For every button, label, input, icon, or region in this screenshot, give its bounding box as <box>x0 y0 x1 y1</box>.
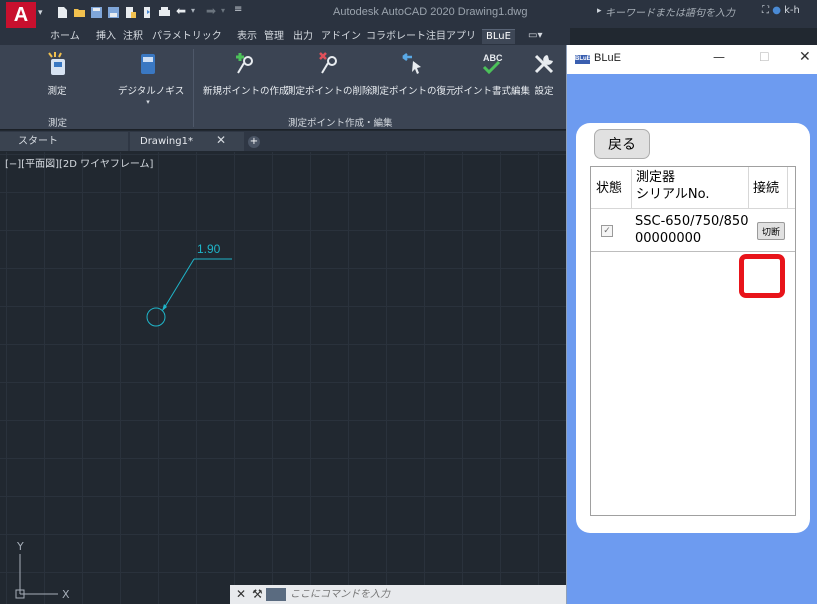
ucs-x-label: X <box>62 588 70 601</box>
svg-text:ABC: ABC <box>483 53 503 63</box>
command-input[interactable] <box>290 586 560 603</box>
device-model: SSC-650/750/850 <box>635 214 749 229</box>
new-tab-icon[interactable]: + <box>248 136 260 148</box>
blue-app-icon: BLuE <box>575 55 591 64</box>
binoculars-icon[interactable]: ⛶ <box>762 5 769 16</box>
minimize-icon[interactable]: — <box>713 50 725 64</box>
tab-insert[interactable]: 挿入 <box>96 30 116 43</box>
share-icon[interactable] <box>141 6 154 19</box>
device-table: 状態 測定器 シリアルNo. 接続 ✓ SSC-650/750/850 0000… <box>590 166 796 516</box>
add-point-icon <box>236 53 253 74</box>
undo-icon[interactable]: ⬅ <box>176 4 186 18</box>
dimension-drawing: Y X <box>15 258 232 601</box>
close-tab-icon[interactable]: ✕ <box>216 131 226 150</box>
column-header-connection: 接続 <box>753 181 780 196</box>
window-title: Autodesk AutoCAD 2020 Drawing1.dwg <box>333 6 528 18</box>
column-divider <box>748 167 749 209</box>
restore-point-button[interactable]: 測定ポイントの復元 <box>370 51 456 97</box>
command-history-icon[interactable] <box>266 588 286 601</box>
search-input[interactable]: キーワードまたは語句を入力 <box>605 5 743 22</box>
user-name: k-h <box>784 5 800 16</box>
ribbon-panel: 測定 測定 デジタルノギス ▾ 新規ポイントの作成 測定ポイントの削除 測定ポイ… <box>0 45 570 130</box>
user-account[interactable]: ⛶ ● k-h <box>762 5 800 16</box>
digital-caliper-button[interactable]: デジタルノギス ▾ <box>118 51 184 106</box>
blue-title-bar: BLuE BLuE — ☐ ✕ <box>567 45 817 74</box>
new-file-icon[interactable] <box>56 6 69 19</box>
tab-drawing1[interactable]: Drawing1* <box>130 132 244 151</box>
point-format-button[interactable]: ABC ポイント書式編集 <box>454 51 530 97</box>
redo-icon[interactable]: ➡ <box>206 4 216 18</box>
blue-window-title: BLuE <box>594 52 621 64</box>
leader-line <box>162 258 195 311</box>
measure-button[interactable]: 測定 <box>40 51 74 97</box>
undo-dropdown-icon[interactable]: ▾ <box>191 6 195 15</box>
back-button[interactable]: 戻る <box>594 129 650 159</box>
tab-blue[interactable]: BLuE <box>482 29 515 44</box>
web-mobile-icon[interactable] <box>124 6 137 19</box>
ucs-y-label: Y <box>16 540 24 553</box>
device-serial: SSC-650/750/850 00000000 <box>635 213 748 247</box>
command-line: ✕ ⚒ <box>230 585 570 604</box>
status-checkbox[interactable]: ✓ <box>601 225 613 237</box>
app-menu-button[interactable]: A <box>6 2 36 28</box>
digital-caliper-icon <box>141 54 155 74</box>
tab-manage[interactable]: 管理 <box>264 30 284 43</box>
ribbon-separator <box>193 49 194 127</box>
save-icon[interactable] <box>90 6 103 19</box>
settings-button[interactable]: 設定 <box>530 51 558 97</box>
tab-view[interactable]: 表示 <box>237 30 257 43</box>
device-serial-number: 00000000 <box>635 231 702 246</box>
caliper-dropdown-icon[interactable]: ▾ <box>118 98 178 106</box>
tab-featured-apps[interactable]: 注目アプリ <box>426 30 476 43</box>
dimension-value[interactable]: 1.90 <box>197 242 220 256</box>
tab-output[interactable]: 出力 <box>293 30 313 43</box>
ribbon-options-icon[interactable]: ▭▾ <box>528 30 542 41</box>
maximize-icon[interactable]: ☐ <box>759 50 770 64</box>
device-panel: 戻る 状態 測定器 シリアルNo. 接続 ✓ SSC-650/750/850 0… <box>576 123 810 533</box>
command-close-icon[interactable]: ✕ <box>236 587 246 601</box>
measure-icon <box>48 52 65 75</box>
redo-dropdown-icon[interactable]: ▾ <box>221 6 225 15</box>
panel-label-point-edit: 測定ポイント作成・編集 <box>288 118 393 129</box>
panel-label-measure: 測定 <box>48 118 68 129</box>
customize-toolbar-icon[interactable]: ≡ <box>234 4 242 15</box>
column-header-serial: 測定器 シリアルNo. <box>631 169 709 209</box>
tools-icon <box>534 54 554 74</box>
open-folder-icon[interactable] <box>73 6 86 19</box>
tab-start[interactable]: スタート <box>0 132 128 151</box>
disconnect-button[interactable]: 切断 <box>757 222 785 240</box>
spellcheck-icon: ABC <box>482 53 503 75</box>
new-point-button[interactable]: 新規ポイントの作成 <box>203 51 289 97</box>
search-expand-icon[interactable]: ▸ <box>597 6 602 16</box>
title-bar: A ▾ ⬅ ▾ ➡ ▾ ≡ Autodesk AutoCAD 2020 Draw… <box>0 0 817 28</box>
delete-point-icon <box>319 52 337 74</box>
tab-parametric[interactable]: パラメトリック <box>152 30 222 43</box>
delete-point-button[interactable]: 測定ポイントの削除 <box>286 51 372 97</box>
blue-window: BLuE BLuE — ☐ ✕ 戻る 状態 測定器 シリアルNo. 接続 ✓ S… <box>566 45 817 604</box>
command-customize-icon[interactable]: ⚒ <box>252 587 263 601</box>
tab-addins[interactable]: アドイン <box>321 30 361 43</box>
column-header-status: 状態 <box>596 181 623 196</box>
document-tab-bar: スタート Drawing1* ✕ + <box>0 131 570 151</box>
restore-point-icon <box>402 53 421 74</box>
column-divider <box>787 167 788 209</box>
highlight-annotation <box>739 254 785 298</box>
user-icon[interactable]: ● <box>772 5 781 16</box>
table-header: 状態 測定器 シリアルNo. 接続 <box>591 167 795 209</box>
save-as-icon[interactable] <box>107 6 120 19</box>
serial-header-line1: 測定器 <box>636 170 676 185</box>
app-menu-arrow-icon[interactable]: ▾ <box>38 8 43 18</box>
tab-annotate[interactable]: 注釈 <box>123 30 143 43</box>
close-window-icon[interactable]: ✕ <box>799 49 811 65</box>
tab-collaborate[interactable]: コラボレート <box>366 30 426 43</box>
table-row[interactable]: ✓ SSC-650/750/850 00000000 切断 <box>591 210 795 252</box>
app-logo-letter: A <box>13 4 29 26</box>
plot-icon[interactable] <box>158 6 171 19</box>
ribbon-tab-bar: ホーム 挿入 注釈 パラメトリック 表示 管理 出力 アドイン コラボレート 注… <box>0 28 570 45</box>
serial-header-line2: シリアルNo. <box>636 187 710 202</box>
tab-home[interactable]: ホーム <box>50 30 80 43</box>
